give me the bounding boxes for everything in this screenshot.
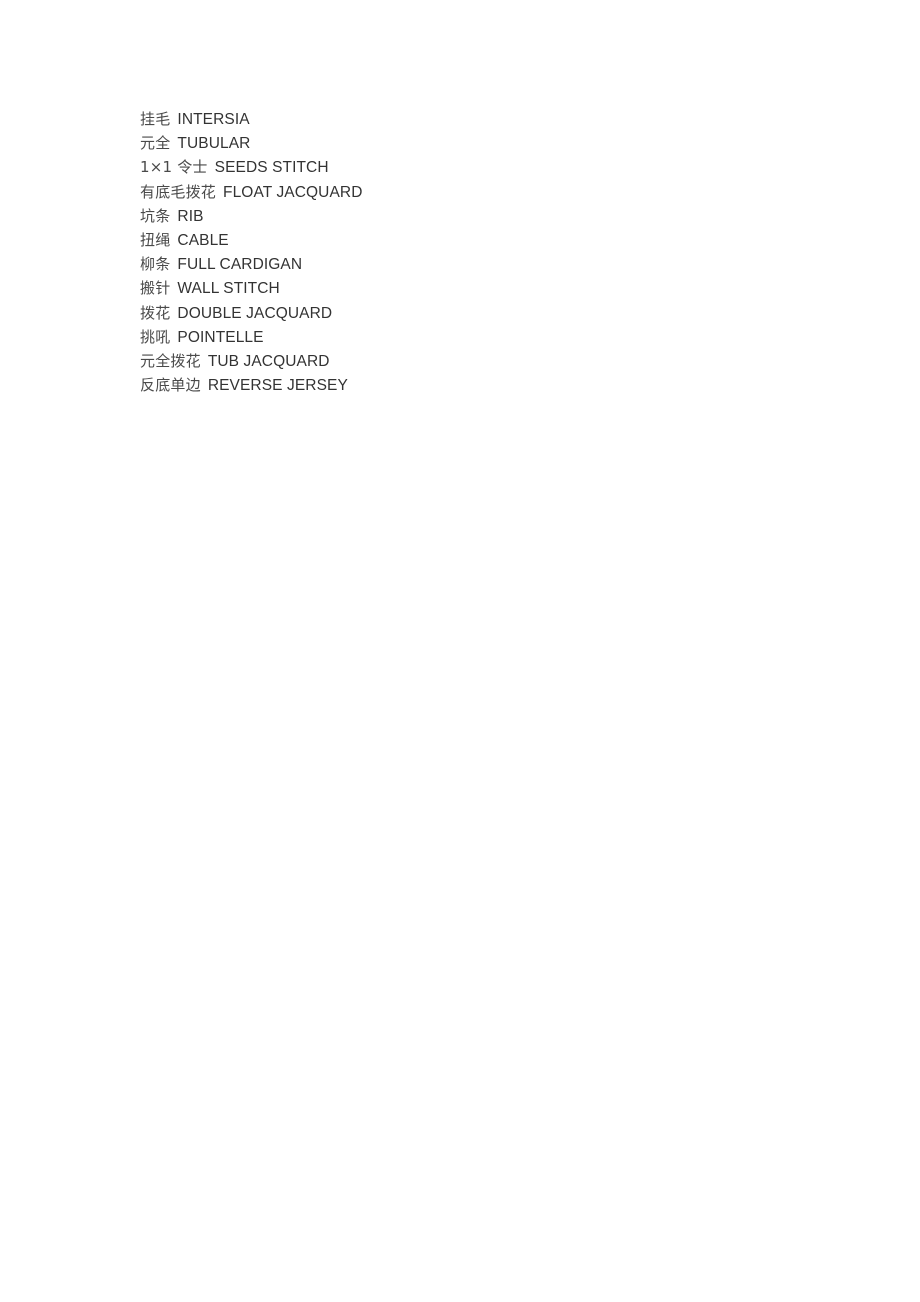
glossary-definition: SEEDS STITCH — [214, 159, 329, 177]
glossary-definition: RIB — [177, 207, 204, 225]
glossary-term: 坑条 — [140, 206, 171, 225]
glossary-entry: 元全 TUBULAR — [140, 131, 840, 155]
glossary-definition: DOUBLE JACQUARD — [177, 304, 333, 322]
glossary-entry: 扭绳 CABLE — [140, 228, 840, 252]
glossary-entry: 有底毛拨花 FLOAT JACQUARD — [140, 180, 840, 204]
glossary-term: 元全 — [140, 134, 171, 153]
glossary-entry: 搬针 WALL STITCH — [140, 276, 840, 300]
glossary-definition: INTERSIA — [177, 111, 250, 128]
glossary-term: 搬针 — [140, 279, 171, 298]
glossary-definition: FULL CARDIGAN — [177, 256, 303, 274]
glossary-term: 拨花 — [140, 303, 171, 322]
glossary-entry: 柳条 FULL CARDIGAN — [140, 252, 840, 276]
glossary-entry: 坑条 RIB — [140, 204, 840, 228]
glossary-entry: 元全拨花 TUB JACQUARD — [140, 349, 840, 373]
glossary-entry: 反底单边 REVERSE JERSEY — [140, 373, 840, 397]
glossary-term: 扭绳 — [140, 230, 171, 249]
glossary-list: 挂毛 INTERSIA 元全 TUBULAR 1×1 令士 SEEDS STITCH 有底毛… — [140, 107, 840, 397]
glossary-definition: POINTELLE — [177, 328, 264, 346]
glossary-term: 反底单边 — [140, 376, 201, 395]
glossary-term: 柳条 — [140, 255, 171, 274]
glossary-definition: TUBULAR — [177, 135, 251, 153]
glossary-definition: TUB JACQUARD — [207, 352, 330, 370]
glossary-term: 挂毛 — [140, 110, 171, 128]
glossary-term: 元全拨花 — [140, 351, 201, 370]
glossary-term: 有底毛拨花 — [140, 182, 217, 201]
glossary-term: 1×1 令士 — [140, 158, 208, 177]
glossary-definition: CABLE — [177, 231, 229, 249]
glossary-entry: 1×1 令士 SEEDS STITCH — [140, 155, 840, 179]
glossary-definition: REVERSE JERSEY — [207, 377, 348, 395]
glossary-entry: 挑吼 POINTELLE — [140, 325, 840, 349]
glossary-definition: FLOAT JACQUARD — [223, 183, 363, 201]
glossary-definition: WALL STITCH — [177, 280, 280, 298]
glossary-entry: 挂毛 INTERSIA — [140, 107, 840, 131]
glossary-entry: 拨花 DOUBLE JACQUARD — [140, 301, 840, 325]
glossary-term: 挑吼 — [140, 327, 171, 346]
document-page: 挂毛 INTERSIA 元全 TUBULAR 1×1 令士 SEEDS STITCH 有底毛… — [0, 0, 920, 1302]
